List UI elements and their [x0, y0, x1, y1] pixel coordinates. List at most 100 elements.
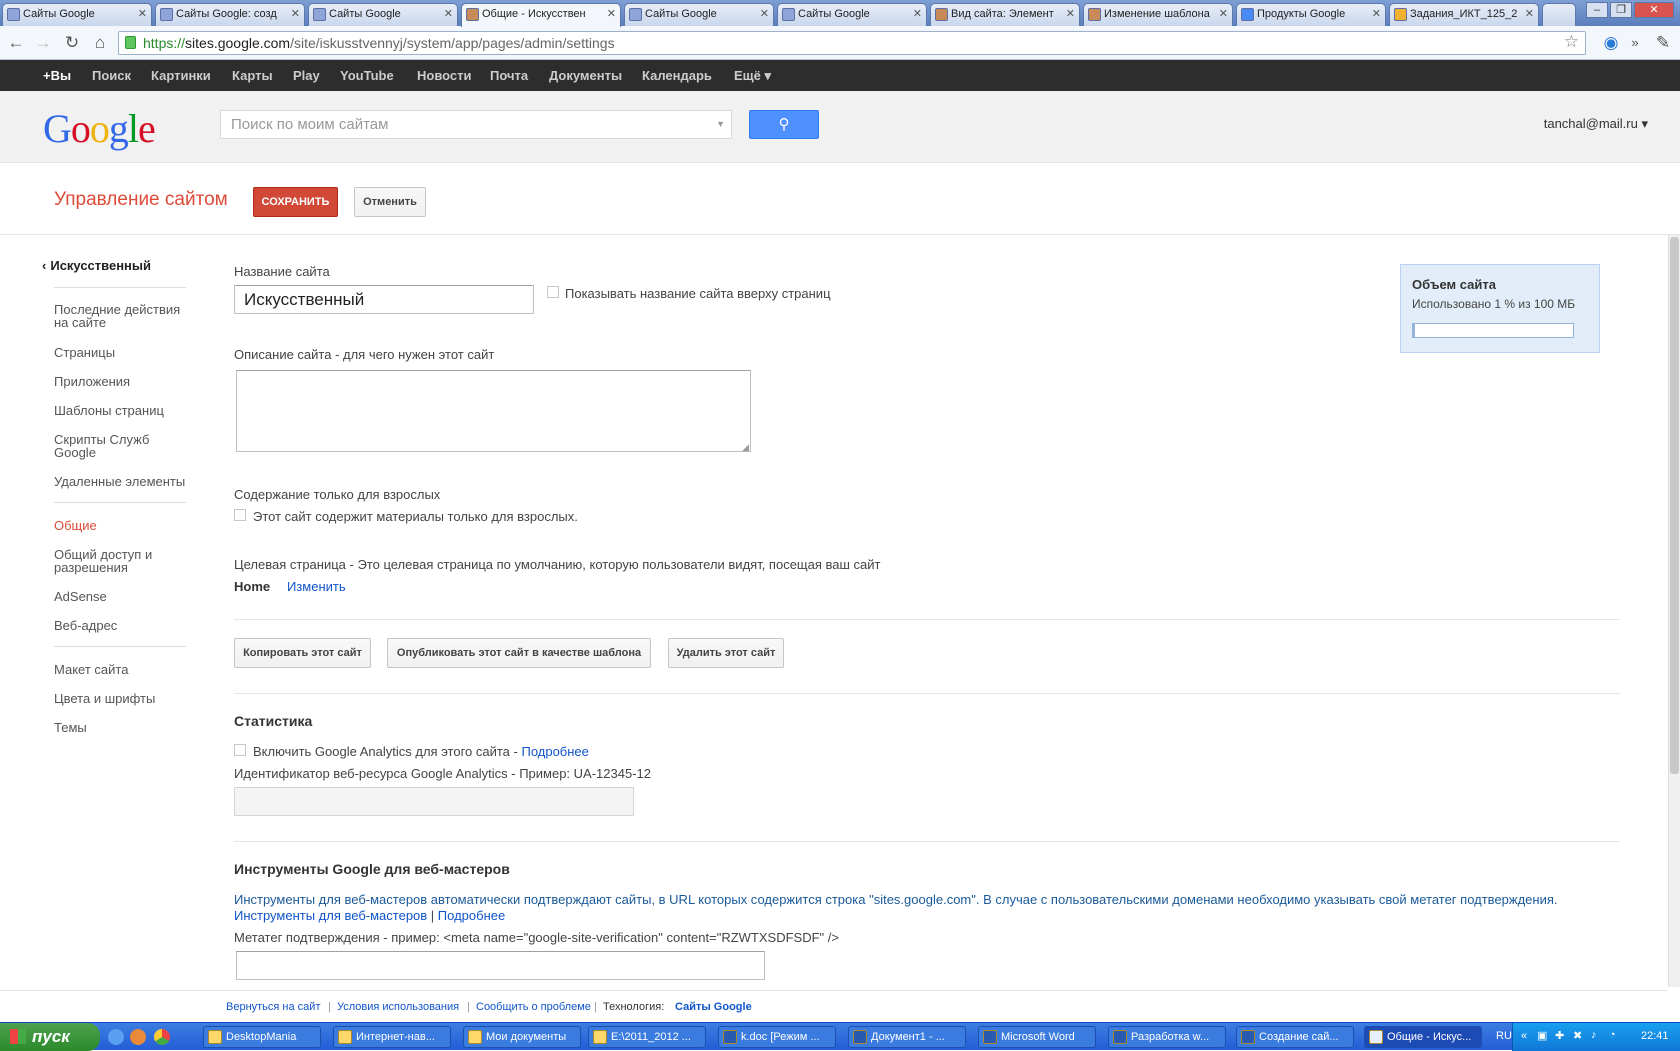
browser-tab-active[interactable]: Общие - Искусствен ✕ [461, 3, 621, 27]
google-bar-docs[interactable]: Документы [549, 68, 622, 83]
browser-tab[interactable]: Сайты Google ✕ [2, 3, 152, 26]
meta-tag-input[interactable] [236, 951, 765, 980]
search-dropdown-icon[interactable]: ▼ [716, 111, 725, 138]
close-tab-icon[interactable]: ✕ [444, 4, 453, 25]
sidebar-item-web-address[interactable]: Веб-адрес [54, 619, 189, 632]
webmaster-more-link[interactable]: Подробнее [438, 908, 505, 923]
sidebar-item-recent-activity[interactable]: Последние действия на сайте [54, 303, 189, 329]
google-bar-calendar[interactable]: Календарь [642, 68, 712, 83]
close-tab-icon[interactable]: ✕ [1066, 4, 1075, 25]
browser-tab[interactable]: Сайты Google ✕ [308, 3, 458, 26]
google-bar-plus-you[interactable]: +Вы [43, 68, 71, 83]
tray-arrow-icon[interactable]: « [1521, 1030, 1527, 1042]
taskbar-item[interactable]: Интернет-нав... [333, 1026, 451, 1048]
bookmark-star-icon[interactable]: ☆ [1564, 31, 1579, 53]
close-tab-icon[interactable]: ✕ [291, 4, 300, 25]
page-scrollbar[interactable] [1668, 235, 1680, 987]
close-tab-icon[interactable]: ✕ [760, 4, 769, 25]
language-indicator[interactable]: RU [1496, 1030, 1512, 1042]
site-description-textarea[interactable]: ◢ [236, 370, 751, 452]
webmaster-tools-link[interactable]: Инструменты для веб-мастеров [234, 908, 427, 923]
copy-site-button[interactable]: Копировать этот сайт [234, 638, 371, 668]
analytics-id-input[interactable] [234, 787, 634, 816]
sidebar-item-adsense[interactable]: AdSense [54, 590, 189, 603]
home-icon[interactable]: ⌂ [89, 32, 111, 54]
tray-volume-icon[interactable]: ♪ [1591, 1029, 1597, 1041]
sidebar-item-page-templates[interactable]: Шаблоны страниц [54, 404, 189, 417]
taskbar-item[interactable]: Microsoft Word [978, 1026, 1096, 1048]
forward-arrow-icon[interactable]: → [32, 32, 54, 54]
change-landing-page-link[interactable]: Изменить [287, 579, 346, 594]
back-arrow-icon[interactable]: ← [5, 32, 27, 54]
resize-handle-icon[interactable]: ◢ [742, 442, 749, 453]
analytics-more-link[interactable]: Подробнее [521, 744, 588, 759]
taskbar-item[interactable]: DesktopMania [203, 1026, 321, 1048]
extension-icon[interactable]: ◉ [1600, 32, 1622, 54]
reload-icon[interactable]: ↻ [61, 32, 83, 54]
google-bar-youtube[interactable]: YouTube [340, 68, 394, 83]
adult-content-checkbox[interactable] [234, 509, 246, 521]
sidebar-item-sharing[interactable]: Общий доступ и разрешения [54, 548, 189, 574]
browser-tab[interactable]: Вид сайта: Элемент ✕ [930, 3, 1080, 26]
google-bar-mail[interactable]: Почта [490, 68, 528, 83]
quicklaunch-chrome-icon[interactable] [154, 1029, 170, 1045]
close-tab-icon[interactable]: ✕ [138, 4, 147, 25]
browser-tab[interactable]: Сайты Google ✕ [624, 3, 774, 26]
account-menu[interactable]: tanchal@mail.ru ▾ [1544, 116, 1648, 132]
close-tab-icon[interactable]: ✕ [1525, 4, 1534, 25]
sidebar-item-apps-scripts[interactable]: Скрипты Служб Google [54, 433, 189, 459]
browser-tab[interactable]: Сайты Google: созд ✕ [155, 3, 305, 26]
clock[interactable]: 22:41 [1641, 1030, 1669, 1042]
sidebar-item-pages[interactable]: Страницы [54, 346, 189, 359]
browser-tab[interactable]: Задания_ИКТ_125_2 ✕ [1389, 3, 1539, 26]
show-name-checkbox[interactable] [547, 286, 559, 298]
browser-tab[interactable]: Сайты Google ✕ [777, 3, 927, 26]
google-logo[interactable]: Google [43, 105, 156, 152]
sidebar-item-site-layout[interactable]: Макет сайта [54, 663, 189, 676]
more-extensions-icon[interactable]: » [1624, 32, 1646, 54]
browser-tab[interactable]: Изменение шаблона ✕ [1083, 3, 1233, 26]
tray-network-icon[interactable]: ▣ [1537, 1029, 1547, 1042]
address-input[interactable]: https://sites.google.com/site/iskusstven… [118, 31, 1586, 55]
quicklaunch-firefox-icon[interactable] [130, 1029, 146, 1045]
taskbar-item[interactable]: k.doc [Режим ... [718, 1026, 836, 1048]
sidebar-item-themes[interactable]: Темы [54, 721, 189, 734]
back-to-site-link[interactable]: ‹ Искусственный [42, 258, 151, 273]
google-bar-maps[interactable]: Карты [232, 68, 273, 83]
site-search-input[interactable]: Поиск по моим сайтам ▼ [220, 110, 732, 139]
cancel-button[interactable]: Отменить [354, 187, 426, 217]
google-bar-play[interactable]: Play [293, 68, 320, 83]
taskbar-item[interactable]: Разработка w... [1108, 1026, 1226, 1048]
taskbar-item[interactable]: Мои документы [463, 1026, 581, 1048]
browser-tab[interactable]: Продукты Google ✕ [1236, 3, 1386, 26]
wrench-icon[interactable]: ✎ [1652, 32, 1674, 54]
restore-icon[interactable]: ❐ [1610, 2, 1632, 18]
taskbar-item-active[interactable]: Общие - Искус... [1364, 1026, 1482, 1048]
minimize-icon[interactable]: – [1586, 2, 1608, 18]
scrollbar-thumb[interactable] [1670, 237, 1679, 774]
tray-update-icon[interactable]: ◔ [1609, 1029, 1616, 1041]
tray-security-icon[interactable]: ✚ [1555, 1029, 1564, 1042]
sidebar-item-deleted-items[interactable]: Удаленные элементы [54, 475, 189, 488]
footer-report-link[interactable]: Сообщить о проблеме [476, 1001, 591, 1013]
footer-terms-link[interactable]: Условия использования [337, 1001, 459, 1013]
tray-antivirus-icon[interactable]: ✖ [1573, 1029, 1582, 1042]
footer-tech-link[interactable]: Сайты Google [675, 1001, 752, 1013]
taskbar-item[interactable]: E:\2011_2012 ... [588, 1026, 706, 1048]
start-button[interactable]: пуск [0, 1023, 100, 1051]
google-bar-news[interactable]: Новости [417, 68, 472, 83]
sidebar-item-general[interactable]: Общие [54, 519, 189, 532]
close-window-icon[interactable]: ✕ [1634, 2, 1674, 18]
google-bar-search[interactable]: Поиск [92, 68, 131, 83]
search-button[interactable]: ⚲ [749, 110, 819, 139]
analytics-checkbox[interactable] [234, 744, 246, 756]
new-tab-button[interactable] [1542, 3, 1576, 26]
close-tab-icon[interactable]: ✕ [607, 4, 616, 25]
taskbar-item[interactable]: Документ1 - ... [848, 1026, 966, 1048]
google-bar-images[interactable]: Картинки [151, 68, 211, 83]
delete-site-button[interactable]: Удалить этот сайт [668, 638, 784, 668]
site-name-input[interactable]: Искусственный [234, 285, 534, 314]
sidebar-item-colors-fonts[interactable]: Цвета и шрифты [54, 692, 189, 705]
sidebar-item-attachments[interactable]: Приложения [54, 375, 189, 388]
footer-back-link[interactable]: Вернуться на сайт [226, 1001, 320, 1013]
